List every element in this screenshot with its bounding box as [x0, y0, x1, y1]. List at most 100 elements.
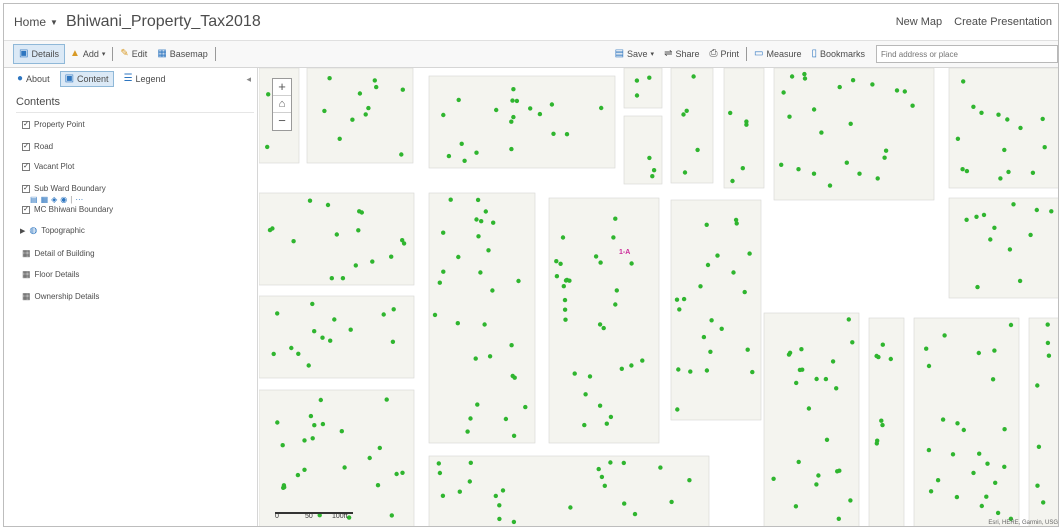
property-point: [384, 397, 389, 402]
property-point: [747, 251, 752, 256]
tab-content[interactable]: ▣ Content: [59, 71, 114, 87]
map-canvas[interactable]: 1-A: [259, 68, 1059, 527]
details-button[interactable]: ▣ Details: [13, 44, 65, 64]
property-point: [836, 516, 841, 521]
print-label: Print: [720, 49, 739, 59]
property-point: [1017, 278, 1023, 284]
search-input[interactable]: [876, 45, 1058, 63]
property-point: [870, 82, 875, 87]
property-point: [457, 489, 462, 494]
collapse-panel-icon[interactable]: ◂: [246, 74, 251, 85]
property-point: [275, 311, 280, 316]
layer-checkbox[interactable]: ✓: [22, 142, 30, 151]
property-point: [806, 406, 812, 411]
table-item[interactable]: ▦ Ownership Details: [22, 292, 99, 302]
edit-button[interactable]: ✎ Edit: [115, 44, 152, 64]
property-point: [730, 178, 735, 184]
map-block: [306, 68, 414, 164]
bookmarks-button[interactable]: ▯ Bookmarks: [806, 44, 870, 64]
layer-item[interactable]: ▶ ◍ Topographic: [20, 225, 85, 236]
property-point: [455, 321, 460, 326]
details-panel: ● About ▣ Content ☰ Legend ◂ Contents ✓ …: [4, 68, 258, 526]
property-point: [353, 263, 358, 268]
property-point: [976, 350, 981, 356]
style-icon[interactable]: ◈: [51, 195, 57, 204]
basemap-globe-icon: ◍: [29, 225, 38, 235]
property-point: [400, 238, 405, 243]
home-extent-icon[interactable]: ⌂: [273, 96, 291, 113]
property-point: [684, 108, 689, 113]
property-point: [950, 452, 956, 457]
share-button[interactable]: ⇌ Share: [659, 44, 704, 64]
property-point: [650, 174, 655, 179]
property-point: [647, 155, 652, 161]
map-block: [913, 317, 1020, 526]
property-point: [744, 122, 749, 127]
property-point: [1007, 247, 1013, 252]
map-block: [948, 197, 1058, 299]
property-point: [779, 162, 784, 167]
measure-button[interactable]: ▭ Measure: [749, 44, 806, 64]
map-view[interactable]: 1-A + ⌂ − 0 50 100ft Esri, HERE, Garmin,…: [259, 68, 1059, 527]
tab-legend[interactable]: ☰ Legend: [120, 72, 170, 86]
layer-item[interactable]: ✓ Property Point: [22, 120, 85, 129]
property-point: [266, 92, 271, 97]
property-point: [961, 427, 966, 433]
layer-checkbox[interactable]: ✓: [22, 205, 30, 214]
property-point: [1035, 383, 1040, 388]
property-point: [674, 297, 680, 302]
map-block: [670, 199, 762, 421]
layer-checkbox[interactable]: ✓: [22, 162, 30, 171]
analysis-icon[interactable]: ◉: [60, 195, 67, 204]
layer-checkbox[interactable]: ✓: [22, 120, 30, 129]
property-point: [850, 340, 855, 345]
property-point: [332, 317, 337, 322]
toolbar: ▣ Details ▲ Add ▾ ✎ Edit ▦ Basemap ▤ Sav…: [4, 40, 1058, 68]
layer-item[interactable]: ✓ MC Bhiwani Boundary: [22, 205, 113, 214]
property-point: [475, 197, 481, 203]
layer-item[interactable]: ✓ Sub Ward Boundary: [22, 184, 106, 193]
property-point: [558, 261, 563, 266]
zoom-out-button[interactable]: −: [273, 113, 291, 130]
property-point: [446, 153, 452, 159]
property-point: [1008, 322, 1014, 328]
layer-checkbox[interactable]: ✓: [22, 184, 30, 193]
home-label: Home: [14, 15, 47, 29]
save-label: Save: [627, 49, 648, 59]
add-button[interactable]: ▲ Add ▾: [65, 44, 110, 64]
layer-item[interactable]: ✓ Road: [22, 142, 53, 151]
new-map-link[interactable]: New Map: [896, 16, 942, 28]
details-label: Details: [31, 49, 59, 59]
zoom-in-button[interactable]: +: [273, 79, 291, 96]
contents-heading: Contents: [16, 96, 254, 113]
layer-label: Sub Ward Boundary: [34, 184, 106, 193]
tab-about[interactable]: ● About: [13, 72, 54, 86]
basemap-button[interactable]: ▦ Basemap: [152, 44, 212, 64]
property-point: [797, 367, 803, 373]
legend-icon[interactable]: ▤: [30, 195, 38, 204]
table-item[interactable]: ▦ Floor Details: [22, 270, 79, 280]
property-point: [516, 278, 521, 284]
property-point: [465, 429, 470, 434]
more-options-icon[interactable]: ···: [75, 195, 83, 204]
layer-label: Vacant Plot: [34, 162, 75, 171]
layer-item[interactable]: ✓ Vacant Plot: [22, 162, 74, 171]
property-point: [329, 276, 334, 281]
property-point: [1030, 170, 1036, 175]
table-icon[interactable]: ▦: [41, 195, 49, 204]
home-menu[interactable]: Home ▼: [14, 15, 58, 29]
zoom-controls: + ⌂ −: [272, 78, 292, 131]
expand-arrow-icon[interactable]: ▶: [20, 227, 25, 235]
property-point: [984, 494, 989, 499]
bookmarks-label: Bookmarks: [819, 49, 865, 59]
property-point: [440, 493, 446, 498]
table-item[interactable]: ▦ Detail of Building: [22, 249, 95, 259]
save-button[interactable]: ▤ Save ▾: [610, 44, 659, 64]
print-button[interactable]: ⎙ Print: [704, 44, 744, 64]
layer-label: Topographic: [41, 226, 85, 235]
property-point: [462, 158, 467, 163]
create-presentation-link[interactable]: Create Presentation: [954, 16, 1052, 28]
property-point: [511, 114, 516, 120]
property-point: [704, 368, 710, 373]
property-point: [511, 433, 517, 438]
